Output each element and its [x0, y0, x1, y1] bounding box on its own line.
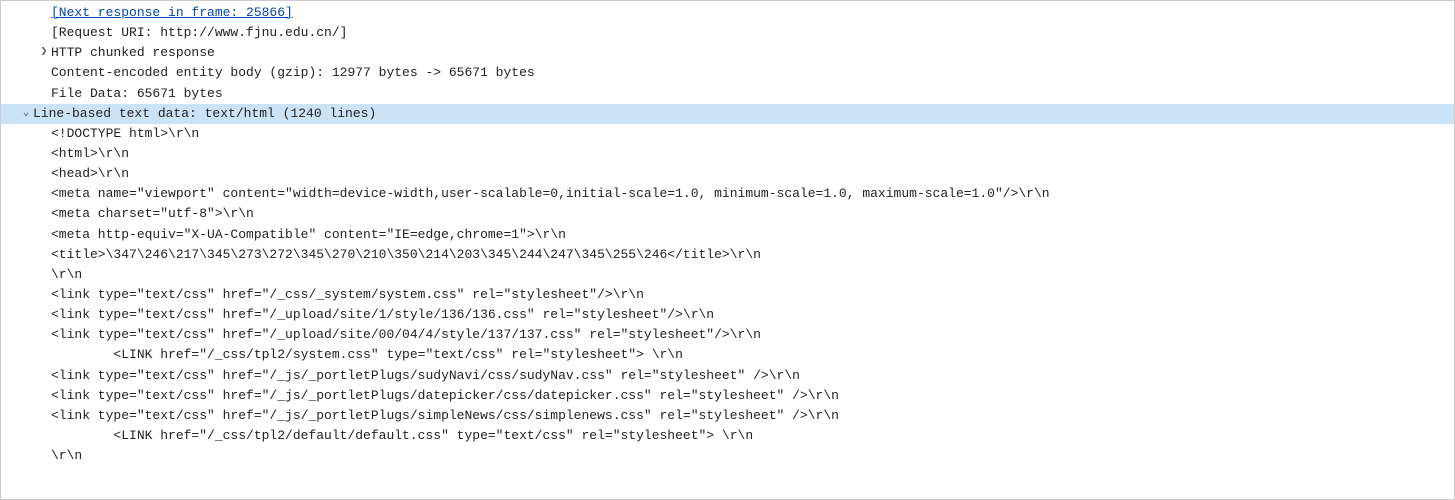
- source-line: <head>\r\n: [51, 164, 1454, 184]
- request-uri-text: [Request URI: http://www.fjnu.edu.cn/]: [51, 23, 1454, 43]
- source-line: <LINK href="/_css/tpl2/default/default.c…: [51, 426, 1454, 446]
- tree-row[interactable]: <link type="text/css" href="/_js/_portle…: [1, 386, 1454, 406]
- body-lines-container: <!DOCTYPE html>\r\n<html>\r\n<head>\r\n<…: [1, 124, 1454, 466]
- tree-row[interactable]: <link type="text/css" href="/_js/_portle…: [1, 366, 1454, 386]
- source-line: <LINK href="/_css/tpl2/system.css" type=…: [51, 345, 1454, 365]
- http-chunked-label: HTTP chunked response: [51, 43, 1454, 63]
- source-line: <!DOCTYPE html>\r\n: [51, 124, 1454, 144]
- tree-row[interactable]: <title>\347\246\217\345\273\272\345\270\…: [1, 245, 1454, 265]
- tree-row[interactable]: <link type="text/css" href="/_css/_syste…: [1, 285, 1454, 305]
- tree-row[interactable]: File Data: 65671 bytes: [1, 84, 1454, 104]
- source-line: \r\n: [51, 446, 1454, 466]
- tree-row[interactable]: <head>\r\n: [1, 164, 1454, 184]
- chevron-down-icon[interactable]: ⌄: [19, 104, 33, 124]
- source-line: <meta name="viewport" content="width=dev…: [51, 184, 1454, 204]
- source-line: <link type="text/css" href="/_upload/sit…: [51, 325, 1454, 345]
- content-encoded-text: Content-encoded entity body (gzip): 1297…: [51, 63, 1454, 83]
- tree-row[interactable]: <meta http-equiv="X-UA-Compatible" conte…: [1, 225, 1454, 245]
- tree-row[interactable]: <LINK href="/_css/tpl2/default/default.c…: [1, 426, 1454, 446]
- file-data-text: File Data: 65671 bytes: [51, 84, 1454, 104]
- tree-row[interactable]: <link type="text/css" href="/_js/_portle…: [1, 406, 1454, 426]
- tree-row[interactable]: <LINK href="/_css/tpl2/system.css" type=…: [1, 345, 1454, 365]
- tree-row[interactable]: <meta charset="utf-8">\r\n: [1, 204, 1454, 224]
- source-line: \r\n: [51, 265, 1454, 285]
- tree-row-link[interactable]: [Next response in frame: 25866]: [1, 3, 1454, 23]
- packet-details-tree: [Next response in frame: 25866] [Request…: [1, 1, 1454, 468]
- source-line: <link type="text/css" href="/_css/_syste…: [51, 285, 1454, 305]
- tree-row-selected[interactable]: ⌄ Line-based text data: text/html (1240 …: [1, 104, 1454, 124]
- source-line: <link type="text/css" href="/_js/_portle…: [51, 366, 1454, 386]
- tree-row-expandable[interactable]: ❯ HTTP chunked response: [1, 43, 1454, 63]
- tree-row[interactable]: \r\n: [1, 446, 1454, 466]
- next-response-link[interactable]: [Next response in frame: 25866]: [51, 3, 1454, 23]
- tree-row[interactable]: <link type="text/css" href="/_upload/sit…: [1, 325, 1454, 345]
- tree-row[interactable]: <html>\r\n: [1, 144, 1454, 164]
- section-header-text: Line-based text data: text/html (1240 li…: [33, 104, 1454, 124]
- tree-row[interactable]: <meta name="viewport" content="width=dev…: [1, 184, 1454, 204]
- source-line: <meta charset="utf-8">\r\n: [51, 204, 1454, 224]
- source-line: <link type="text/css" href="/_js/_portle…: [51, 406, 1454, 426]
- tree-row[interactable]: \r\n: [1, 265, 1454, 285]
- source-line: <html>\r\n: [51, 144, 1454, 164]
- tree-row[interactable]: <!DOCTYPE html>\r\n: [1, 124, 1454, 144]
- source-line: <meta http-equiv="X-UA-Compatible" conte…: [51, 225, 1454, 245]
- tree-row[interactable]: [Request URI: http://www.fjnu.edu.cn/]: [1, 23, 1454, 43]
- chevron-right-icon[interactable]: ❯: [37, 43, 51, 63]
- source-line: <link type="text/css" href="/_upload/sit…: [51, 305, 1454, 325]
- tree-row[interactable]: Content-encoded entity body (gzip): 1297…: [1, 63, 1454, 83]
- source-line: <link type="text/css" href="/_js/_portle…: [51, 386, 1454, 406]
- tree-row[interactable]: <link type="text/css" href="/_upload/sit…: [1, 305, 1454, 325]
- source-line: <title>\347\246\217\345\273\272\345\270\…: [51, 245, 1454, 265]
